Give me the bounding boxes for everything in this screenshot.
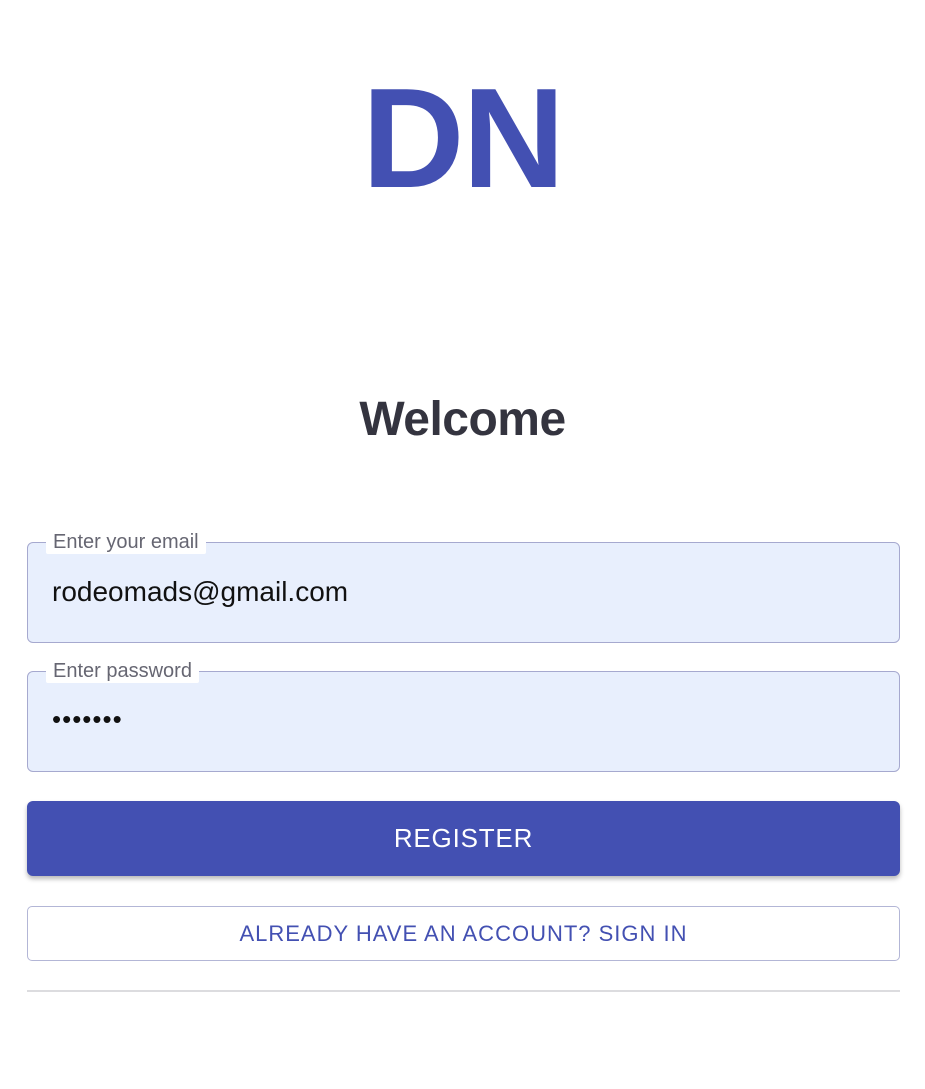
password-input[interactable]: ••••••• [52,700,875,738]
app-logo: DN [361,59,565,218]
page-title: Welcome [359,393,566,446]
password-field[interactable]: Enter password ••••••• [27,659,900,772]
register-button[interactable]: REGISTER [27,801,900,876]
email-input[interactable]: rodeomads@gmail.com [52,573,875,611]
sign-in-link-button[interactable]: ALREADY HAVE AN ACCOUNT? SIGN IN [27,906,900,961]
password-field-label: Enter password [46,659,199,683]
register-page: DN Welcome Enter your email rodeomads@gm… [0,0,925,1089]
email-field[interactable]: Enter your email rodeomads@gmail.com [27,530,900,643]
email-field-label: Enter your email [46,530,206,554]
divider [27,990,900,992]
